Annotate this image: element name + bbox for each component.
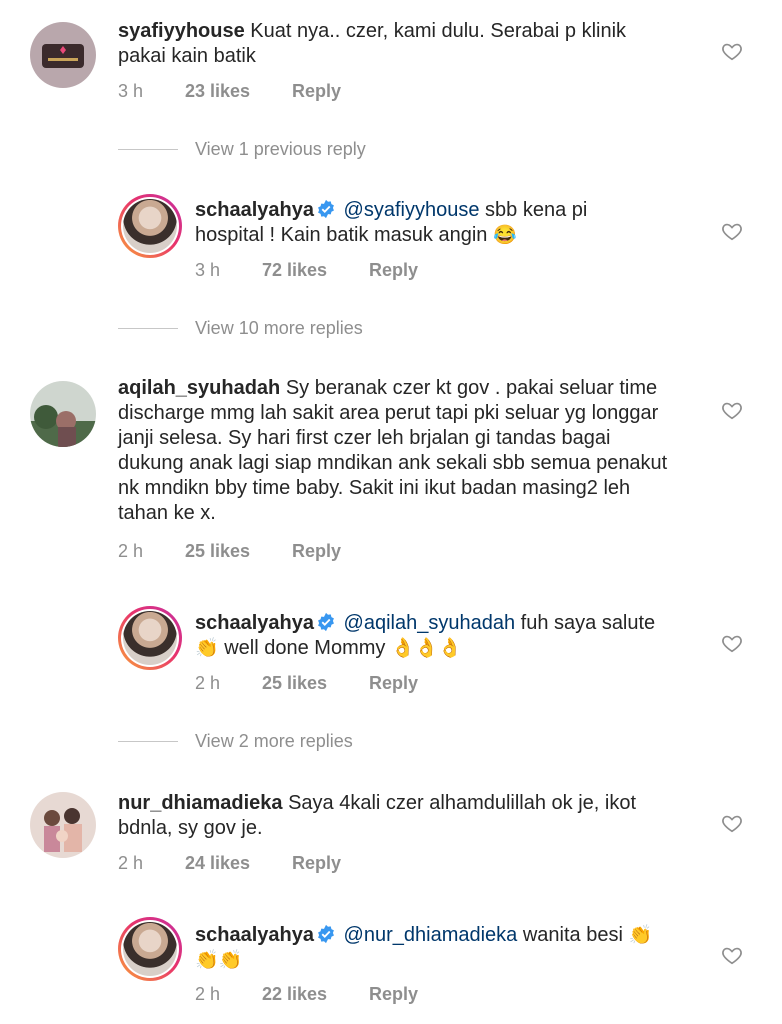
reply-body: fuh saya salute xyxy=(515,612,656,634)
heart-icon[interactable] xyxy=(721,632,743,654)
comment-meta: 2 h 24 likes Reply xyxy=(118,853,341,874)
reply-button[interactable]: Reply xyxy=(292,541,341,562)
reply-time: 2 h xyxy=(195,673,221,693)
reply-username[interactable]: schaalyahya xyxy=(195,612,314,634)
avatar[interactable] xyxy=(118,917,182,981)
likes-count[interactable]: 22 likes xyxy=(262,984,364,1005)
view-replies-button[interactable]: View 1 previous reply xyxy=(195,139,366,160)
comment-time: 3 h xyxy=(118,81,144,101)
comment-text: aqilah_syuhadah Sy beranak czer kt gov .… xyxy=(118,376,678,526)
comment-body: Sy beranak czer kt gov . pakai seluar ti… xyxy=(118,377,668,524)
reply-mention[interactable]: @syafiyyhouse xyxy=(344,199,480,221)
reply-body: wanita besi xyxy=(517,924,629,946)
comment-meta: 3 h 23 likes Reply xyxy=(118,81,341,102)
likes-count[interactable]: 25 likes xyxy=(185,541,287,562)
likes-count[interactable]: 24 likes xyxy=(185,853,287,874)
reply-body: sbb kena pi xyxy=(479,199,588,221)
avatar[interactable] xyxy=(118,194,182,258)
heart-icon[interactable] xyxy=(721,944,743,966)
reply-time: 2 h xyxy=(195,984,221,1004)
verified-icon xyxy=(316,199,336,219)
reply-time: 3 h xyxy=(195,260,221,280)
likes-count[interactable]: 23 likes xyxy=(185,81,287,102)
avatar[interactable] xyxy=(30,792,96,858)
reply-meta: 2 h 25 likes Reply xyxy=(195,673,418,694)
reply-meta: 3 h 72 likes Reply xyxy=(195,260,418,281)
reply-body: hospital ! Kain batik masuk angin xyxy=(195,224,493,246)
comment-username[interactable]: nur_dhiamadieka xyxy=(118,792,283,814)
reply-mention[interactable]: @aqilah_syuhadah xyxy=(344,612,516,634)
reply-body: well done Mommy xyxy=(218,637,391,659)
avatar[interactable] xyxy=(118,606,182,670)
ok-hand-emoji-icon: 👌👌👌 xyxy=(390,638,462,659)
reply-button[interactable]: Reply xyxy=(292,81,341,102)
comment-time: 2 h xyxy=(118,853,144,873)
verified-icon xyxy=(316,924,336,944)
reply-button[interactable]: Reply xyxy=(369,260,418,281)
reply-username[interactable]: schaalyahya xyxy=(195,199,314,221)
view-replies-button[interactable]: View 2 more replies xyxy=(195,731,353,752)
comment-time: 2 h xyxy=(118,541,144,561)
reply-text: schaalyahya @aqilah_syuhadah fuh saya sa… xyxy=(195,611,695,661)
clapping-emoji-icon: 👏 xyxy=(628,925,653,946)
verified-icon xyxy=(316,612,336,632)
reply-button[interactable]: Reply xyxy=(292,853,341,874)
clapping-emoji-icon: 👏👏 xyxy=(195,950,243,971)
reply-text: schaalyahya @nur_dhiamadieka wanita besi… xyxy=(195,923,695,973)
avatar[interactable] xyxy=(30,22,96,88)
divider-line xyxy=(118,741,178,742)
divider-line xyxy=(118,149,178,150)
comment-username[interactable]: syafiyyhouse xyxy=(118,20,245,42)
comment-text: syafiyyhouse Kuat nya.. czer, kami dulu.… xyxy=(118,19,678,69)
reply-button[interactable]: Reply xyxy=(369,984,418,1005)
reply-text: schaalyahya @syafiyyhouse sbb kena pi ho… xyxy=(195,198,695,248)
laughing-emoji-icon: 😂 xyxy=(492,225,517,246)
view-replies-button[interactable]: View 10 more replies xyxy=(195,318,363,339)
divider-line xyxy=(118,328,178,329)
heart-icon[interactable] xyxy=(721,399,743,421)
comment-meta: 2 h 25 likes Reply xyxy=(118,541,341,562)
heart-icon[interactable] xyxy=(721,812,743,834)
comment-text: nur_dhiamadieka Saya 4kali czer alhamdul… xyxy=(118,791,678,841)
reply-button[interactable]: Reply xyxy=(369,673,418,694)
heart-icon[interactable] xyxy=(721,220,743,242)
reply-mention[interactable]: @nur_dhiamadieka xyxy=(344,924,518,946)
clapping-emoji-icon: 👏 xyxy=(195,638,219,659)
likes-count[interactable]: 72 likes xyxy=(262,260,364,281)
heart-icon[interactable] xyxy=(721,40,743,62)
reply-meta: 2 h 22 likes Reply xyxy=(195,984,418,1005)
comment-username[interactable]: aqilah_syuhadah xyxy=(118,377,280,399)
avatar[interactable] xyxy=(30,381,96,447)
likes-count[interactable]: 25 likes xyxy=(262,673,364,694)
reply-username[interactable]: schaalyahya xyxy=(195,924,314,946)
